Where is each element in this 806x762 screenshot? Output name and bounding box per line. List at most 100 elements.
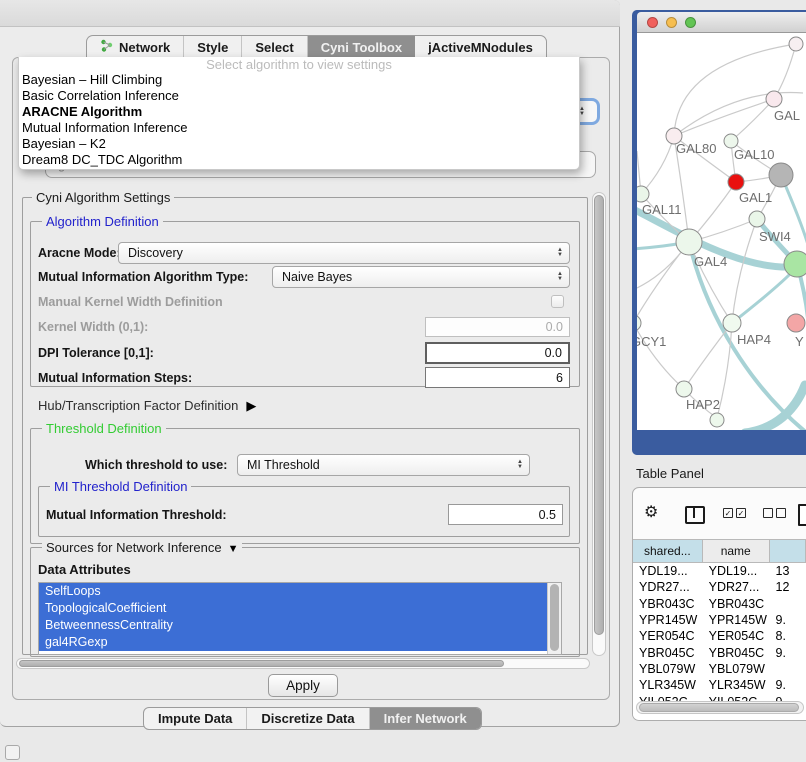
column-header-partial[interactable] [770,540,806,562]
table-cell[interactable]: YDL19... [703,564,770,578]
network-view-window[interactable]: GALGAL80GAL10GAL1GAL11SWI4GAL4GCY1HAP4YH… [632,10,806,455]
table-row[interactable]: YBL079WYBL079W [633,661,806,677]
settings-vertical-scrollbar[interactable] [592,192,606,656]
data-attribute-item[interactable]: TopologicalCoefficient [39,600,548,617]
table-cell[interactable]: 9. [770,678,806,692]
network-edge[interactable] [684,323,732,389]
network-node[interactable] [710,413,724,427]
apply-button[interactable]: Apply [268,674,338,697]
table-cell[interactable]: 9. [770,613,806,627]
sources-group-title[interactable]: Sources for Network Inference▼ [42,540,242,555]
dpi-tolerance-input[interactable]: 0.0 [425,342,570,364]
network-edge[interactable] [637,242,689,323]
scrollbar-thumb[interactable] [550,584,559,651]
table-row[interactable]: YER054CYER054C8. [633,628,806,644]
network-node[interactable] [676,229,702,255]
mi-algorithm-type-combobox[interactable]: Naive Bayes ▲▼ [272,266,570,288]
data-attribute-item[interactable]: SelfLoops [39,583,548,600]
network-node[interactable] [724,134,738,148]
network-node[interactable] [728,174,744,190]
table-cell[interactable]: YDL19... [633,564,703,578]
table-cell[interactable]: YER054C [703,629,770,643]
data-attribute-item[interactable]: gal4RGexp [39,634,548,651]
table-cell[interactable]: 13 [770,564,806,578]
mi-steps-input[interactable]: 6 [425,367,570,388]
attributes-list-scrollbar[interactable] [547,583,561,654]
network-edge[interactable] [731,99,774,141]
manual-kernel-width-checkbox[interactable] [551,295,564,308]
table-row[interactable]: YDL19...YDL19...13 [633,563,806,579]
scrollbar-thumb[interactable] [639,703,799,712]
network-edge[interactable] [732,269,795,323]
table-cell[interactable]: 8. [770,629,806,643]
hub-transcription-factor-expander[interactable]: Hub/Transcription Factor Definition▶ [38,398,256,414]
column-header-shared-name[interactable]: shared... [633,540,703,562]
table-row[interactable]: YBR043CYBR043C [633,596,806,612]
deselect-all-columns-icon[interactable] [763,508,786,518]
tab-infer-network[interactable]: Infer Network [370,708,481,729]
table-row[interactable]: YBR045CYBR045C9. [633,644,806,660]
close-traffic-light[interactable] [647,17,658,28]
table-cell[interactable]: YBL079W [633,662,703,676]
table-cell[interactable]: YDR27... [703,580,770,594]
table-cell[interactable]: YBR043C [633,597,703,611]
table-cell[interactable]: YLR345W [703,678,770,692]
table-row[interactable]: YPR145WYPR145W9. [633,612,806,628]
select-all-columns-icon[interactable]: ✓✓ [723,508,746,518]
table-cell[interactable]: 9. [770,646,806,660]
aracne-mode-combobox[interactable]: Discovery ▲▼ [118,242,570,264]
table-cell[interactable]: YBR045C [633,646,703,660]
network-node[interactable] [749,211,765,227]
data-attributes-list[interactable]: SelfLoopsTopologicalCoefficientBetweenne… [38,582,562,655]
table-cell[interactable]: YPR145W [633,613,703,627]
split-columns-icon[interactable] [685,506,705,524]
network-node[interactable] [769,163,793,187]
table-cell[interactable]: YPR145W [703,613,770,627]
table-cell[interactable]: YLR345W [633,678,703,692]
network-node[interactable] [637,186,649,202]
settings-horizontal-scrollbar[interactable] [16,658,590,669]
tab-network[interactable]: Network [87,36,184,58]
tab-style[interactable]: Style [184,36,242,58]
network-canvas[interactable]: GALGAL80GAL10GAL1GAL11SWI4GAL4GCY1HAP4YH… [637,33,806,430]
tab-jactivemnodules[interactable]: jActiveMNodules [415,36,546,58]
table-cell[interactable]: 12 [770,580,806,594]
algorithm-list-item[interactable]: ARACNE Algorithm [19,104,579,120]
network-node[interactable] [637,315,641,331]
kernel-width-input[interactable]: 0.0 [425,317,570,337]
table-row[interactable]: YDR27...YDR27...12 [633,579,806,595]
network-node[interactable] [789,37,803,51]
algorithm-list-item[interactable]: Bayesian – K2 [19,136,579,152]
table-cell[interactable]: YBR043C [703,597,770,611]
which-threshold-combobox[interactable]: MI Threshold ▲▼ [237,454,530,476]
table-cell[interactable]: YDR27... [633,580,703,594]
table-cell[interactable]: YBL079W [703,662,770,676]
network-edge[interactable] [674,99,774,136]
tab-discretize-data[interactable]: Discretize Data [247,708,369,729]
network-node[interactable] [787,314,805,332]
minimized-panel-icon[interactable] [5,745,20,760]
tab-select[interactable]: Select [242,36,307,58]
network-window-titlebar[interactable] [637,12,806,33]
column-header-name[interactable]: name [703,540,770,562]
gear-icon[interactable]: ⚙ [644,505,658,521]
network-edge[interactable] [637,323,684,389]
tab-impute-data[interactable]: Impute Data [144,708,247,729]
network-edge[interactable] [774,44,796,99]
algorithm-list-item[interactable]: Basic Correlation Inference [19,88,579,104]
table-cell[interactable]: YBR045C [703,646,770,660]
minimize-traffic-light[interactable] [666,17,677,28]
data-attribute-item[interactable]: BetweennessCentrality [39,617,548,634]
tab-cyni-toolbox[interactable]: Cyni Toolbox [308,36,415,58]
algorithm-list-item[interactable]: Bayesian – Hill Climbing [19,72,579,88]
table-cell[interactable]: YER054C [633,629,703,643]
scrollbar-thumb[interactable] [594,195,604,635]
algorithm-list-item[interactable]: Dream8 DC_TDC Algorithm [19,152,579,168]
new-column-icon[interactable] [798,504,806,526]
table-horizontal-scrollbar[interactable] [636,701,804,714]
zoom-traffic-light[interactable] [685,17,696,28]
network-node[interactable] [784,251,806,277]
network-node[interactable] [723,314,741,332]
table-row[interactable]: YLR345WYLR345W9. [633,677,806,693]
network-node[interactable] [766,91,782,107]
